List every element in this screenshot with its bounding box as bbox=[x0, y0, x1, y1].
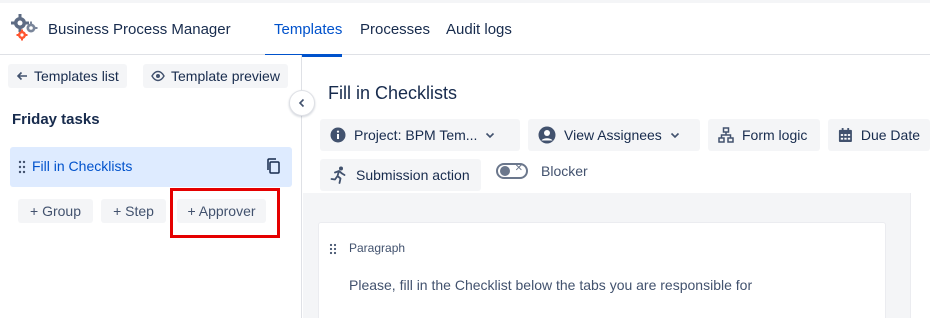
step-item[interactable]: Fill in Checklists bbox=[10, 147, 292, 187]
highlight-box bbox=[170, 188, 280, 238]
user-icon bbox=[538, 126, 556, 144]
submission-action-button[interactable]: Submission action bbox=[320, 159, 481, 191]
field-type-label: Paragraph bbox=[349, 241, 406, 255]
project-label: Project: BPM Tem... bbox=[354, 127, 478, 143]
info-icon bbox=[330, 127, 346, 143]
eye-icon bbox=[151, 70, 165, 82]
form-logic-button[interactable]: Form logic bbox=[708, 119, 820, 151]
due-date-button[interactable]: Due Date bbox=[828, 119, 930, 151]
view-assignees-dropdown[interactable]: View Assignees bbox=[528, 119, 700, 151]
collapse-sidebar-button[interactable] bbox=[289, 90, 315, 116]
project-dropdown[interactable]: Project: BPM Tem... bbox=[320, 119, 520, 151]
scrollbar[interactable] bbox=[910, 193, 930, 318]
close-icon: ✕ bbox=[514, 163, 523, 174]
sidebar: Templates list Template preview Friday t… bbox=[0, 55, 302, 318]
sitemap-icon bbox=[718, 127, 734, 143]
add-step-button[interactable]: + Step bbox=[101, 199, 166, 223]
main-panel: Fill in Checklists Project: BPM Tem... V… bbox=[303, 55, 930, 318]
section-title: Friday tasks bbox=[12, 111, 100, 128]
template-preview-button[interactable]: Template preview bbox=[143, 64, 288, 88]
field-text: Please, fill in the Checklist below the … bbox=[349, 277, 753, 293]
drag-handle-icon[interactable] bbox=[18, 160, 26, 174]
gears-logo-icon bbox=[10, 13, 40, 43]
blocker-label: Blocker bbox=[541, 163, 588, 179]
top-bar: Business Process Manager Templates Proce… bbox=[0, 0, 930, 57]
step-label: Fill in Checklists bbox=[32, 158, 133, 174]
page-title: Fill in Checklists bbox=[328, 83, 458, 103]
drag-handle-icon[interactable] bbox=[329, 243, 337, 255]
form-logic-label: Form logic bbox=[742, 127, 808, 143]
due-date-label: Due Date bbox=[860, 127, 920, 143]
tab-processes[interactable]: Processes bbox=[360, 21, 430, 38]
paragraph-field-card[interactable]: Paragraph Please, fill in the Checklist … bbox=[318, 222, 886, 318]
form-canvas: Paragraph Please, fill in the Checklist … bbox=[303, 193, 910, 318]
templates-list-button[interactable]: Templates list bbox=[8, 64, 127, 88]
templates-list-label: Templates list bbox=[34, 68, 119, 84]
arrow-left-icon bbox=[16, 71, 27, 81]
template-preview-label: Template preview bbox=[171, 68, 280, 84]
tab-audit-logs[interactable]: Audit logs bbox=[446, 21, 512, 38]
calendar-icon bbox=[838, 128, 852, 142]
chevron-down-icon bbox=[670, 132, 679, 139]
app-title: Business Process Manager bbox=[48, 21, 231, 38]
tab-templates[interactable]: Templates bbox=[274, 21, 342, 38]
copy-icon[interactable] bbox=[266, 158, 280, 174]
running-person-icon bbox=[330, 166, 346, 184]
submission-action-label: Submission action bbox=[356, 167, 470, 183]
view-assignees-label: View Assignees bbox=[564, 127, 662, 143]
add-group-button[interactable]: + Group bbox=[18, 199, 93, 223]
chevron-down-icon bbox=[486, 132, 495, 139]
blocker-toggle[interactable]: ✕ bbox=[496, 163, 528, 179]
chevron-left-icon bbox=[298, 98, 305, 108]
